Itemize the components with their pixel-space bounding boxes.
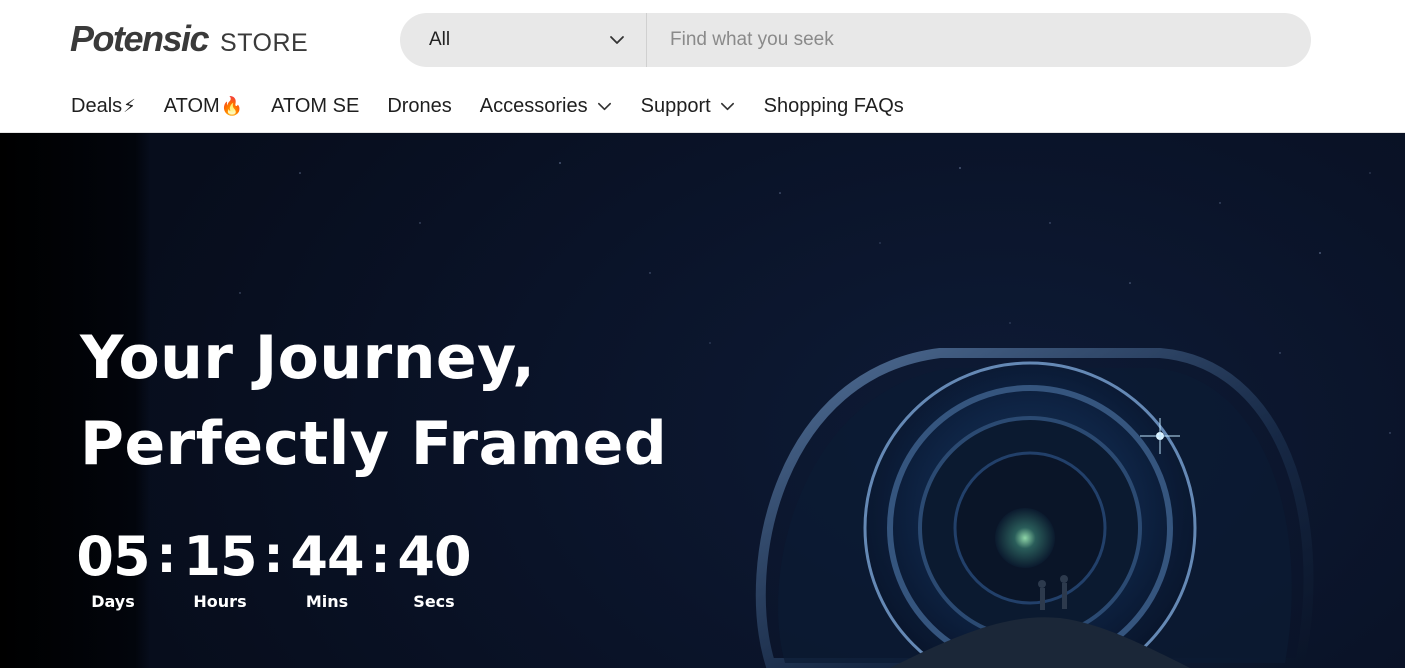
search-category-label: All — [429, 29, 451, 50]
countdown-separator: : — [156, 526, 177, 584]
brand-suffix: STORE — [220, 29, 309, 57]
nav-item-label: ATOM SE — [271, 95, 360, 117]
nav-item-label: Accessories — [479, 95, 588, 117]
nav-item-label: Drones — [387, 95, 452, 117]
fire-icon: 🔥 — [220, 96, 244, 116]
chevron-down-icon — [720, 102, 734, 111]
nav-item-shopping-faqs[interactable]: Shopping FAQs — [764, 95, 904, 118]
nav-item-label: Deals — [71, 95, 123, 117]
site-header: Potensic STORE All Deals ⚡ ATOM 🔥 ATOM S… — [0, 0, 1405, 133]
countdown-mins: 44 Mins — [290, 525, 364, 611]
countdown-secs-label: Secs — [413, 592, 455, 611]
main-nav: Deals ⚡ ATOM 🔥 ATOM SE Drones Accessorie… — [71, 95, 932, 118]
nav-item-support[interactable]: Support — [641, 95, 736, 118]
hero-headline-line2: Perfectly Framed — [80, 409, 668, 479]
countdown-mins-value: 44 — [290, 525, 364, 588]
countdown-hours-value: 15 — [183, 525, 257, 588]
nav-item-accessories[interactable]: Accessories — [480, 95, 613, 118]
countdown-hours: 15 Hours — [183, 525, 257, 611]
hero-headline: Your Journey, Perfectly Framed — [80, 315, 667, 487]
countdown-hours-label: Hours — [193, 592, 247, 611]
nav-item-deals[interactable]: Deals ⚡ — [71, 95, 136, 118]
countdown-secs-value: 40 — [397, 525, 471, 588]
hero-banner[interactable]: Your Journey, Perfectly Framed 05 Days :… — [0, 133, 1405, 668]
countdown-timer: 05 Days : 15 Hours : 44 Mins : 40 Secs — [76, 525, 471, 611]
brand-logo[interactable]: Potensic STORE — [70, 18, 308, 60]
countdown-days-value: 05 — [76, 525, 150, 588]
countdown-days-label: Days — [91, 592, 135, 611]
nav-item-label: Support — [640, 95, 711, 117]
countdown-mins-label: Mins — [305, 592, 349, 611]
search-bar: All — [400, 13, 1311, 67]
search-input[interactable] — [647, 13, 1311, 67]
nav-item-label: Shopping FAQs — [763, 95, 904, 117]
countdown-separator: : — [370, 526, 391, 584]
nav-item-drones[interactable]: Drones — [387, 95, 451, 118]
lightning-icon: ⚡ — [123, 96, 136, 116]
countdown-separator: : — [263, 526, 284, 584]
countdown-secs: 40 Secs — [397, 525, 471, 611]
nav-item-atom-se[interactable]: ATOM SE — [271, 95, 359, 118]
brand-name: Potensic — [70, 18, 210, 59]
hero-headline-line1: Your Journey, — [80, 323, 536, 393]
nav-item-atom[interactable]: ATOM 🔥 — [164, 95, 243, 118]
drone-camera-image — [755, 348, 1314, 668]
search-category-select[interactable]: All — [400, 13, 647, 67]
countdown-days: 05 Days — [76, 525, 150, 611]
nav-item-label: ATOM — [163, 95, 220, 117]
chevron-down-icon — [610, 36, 624, 44]
chevron-down-icon — [597, 102, 611, 111]
